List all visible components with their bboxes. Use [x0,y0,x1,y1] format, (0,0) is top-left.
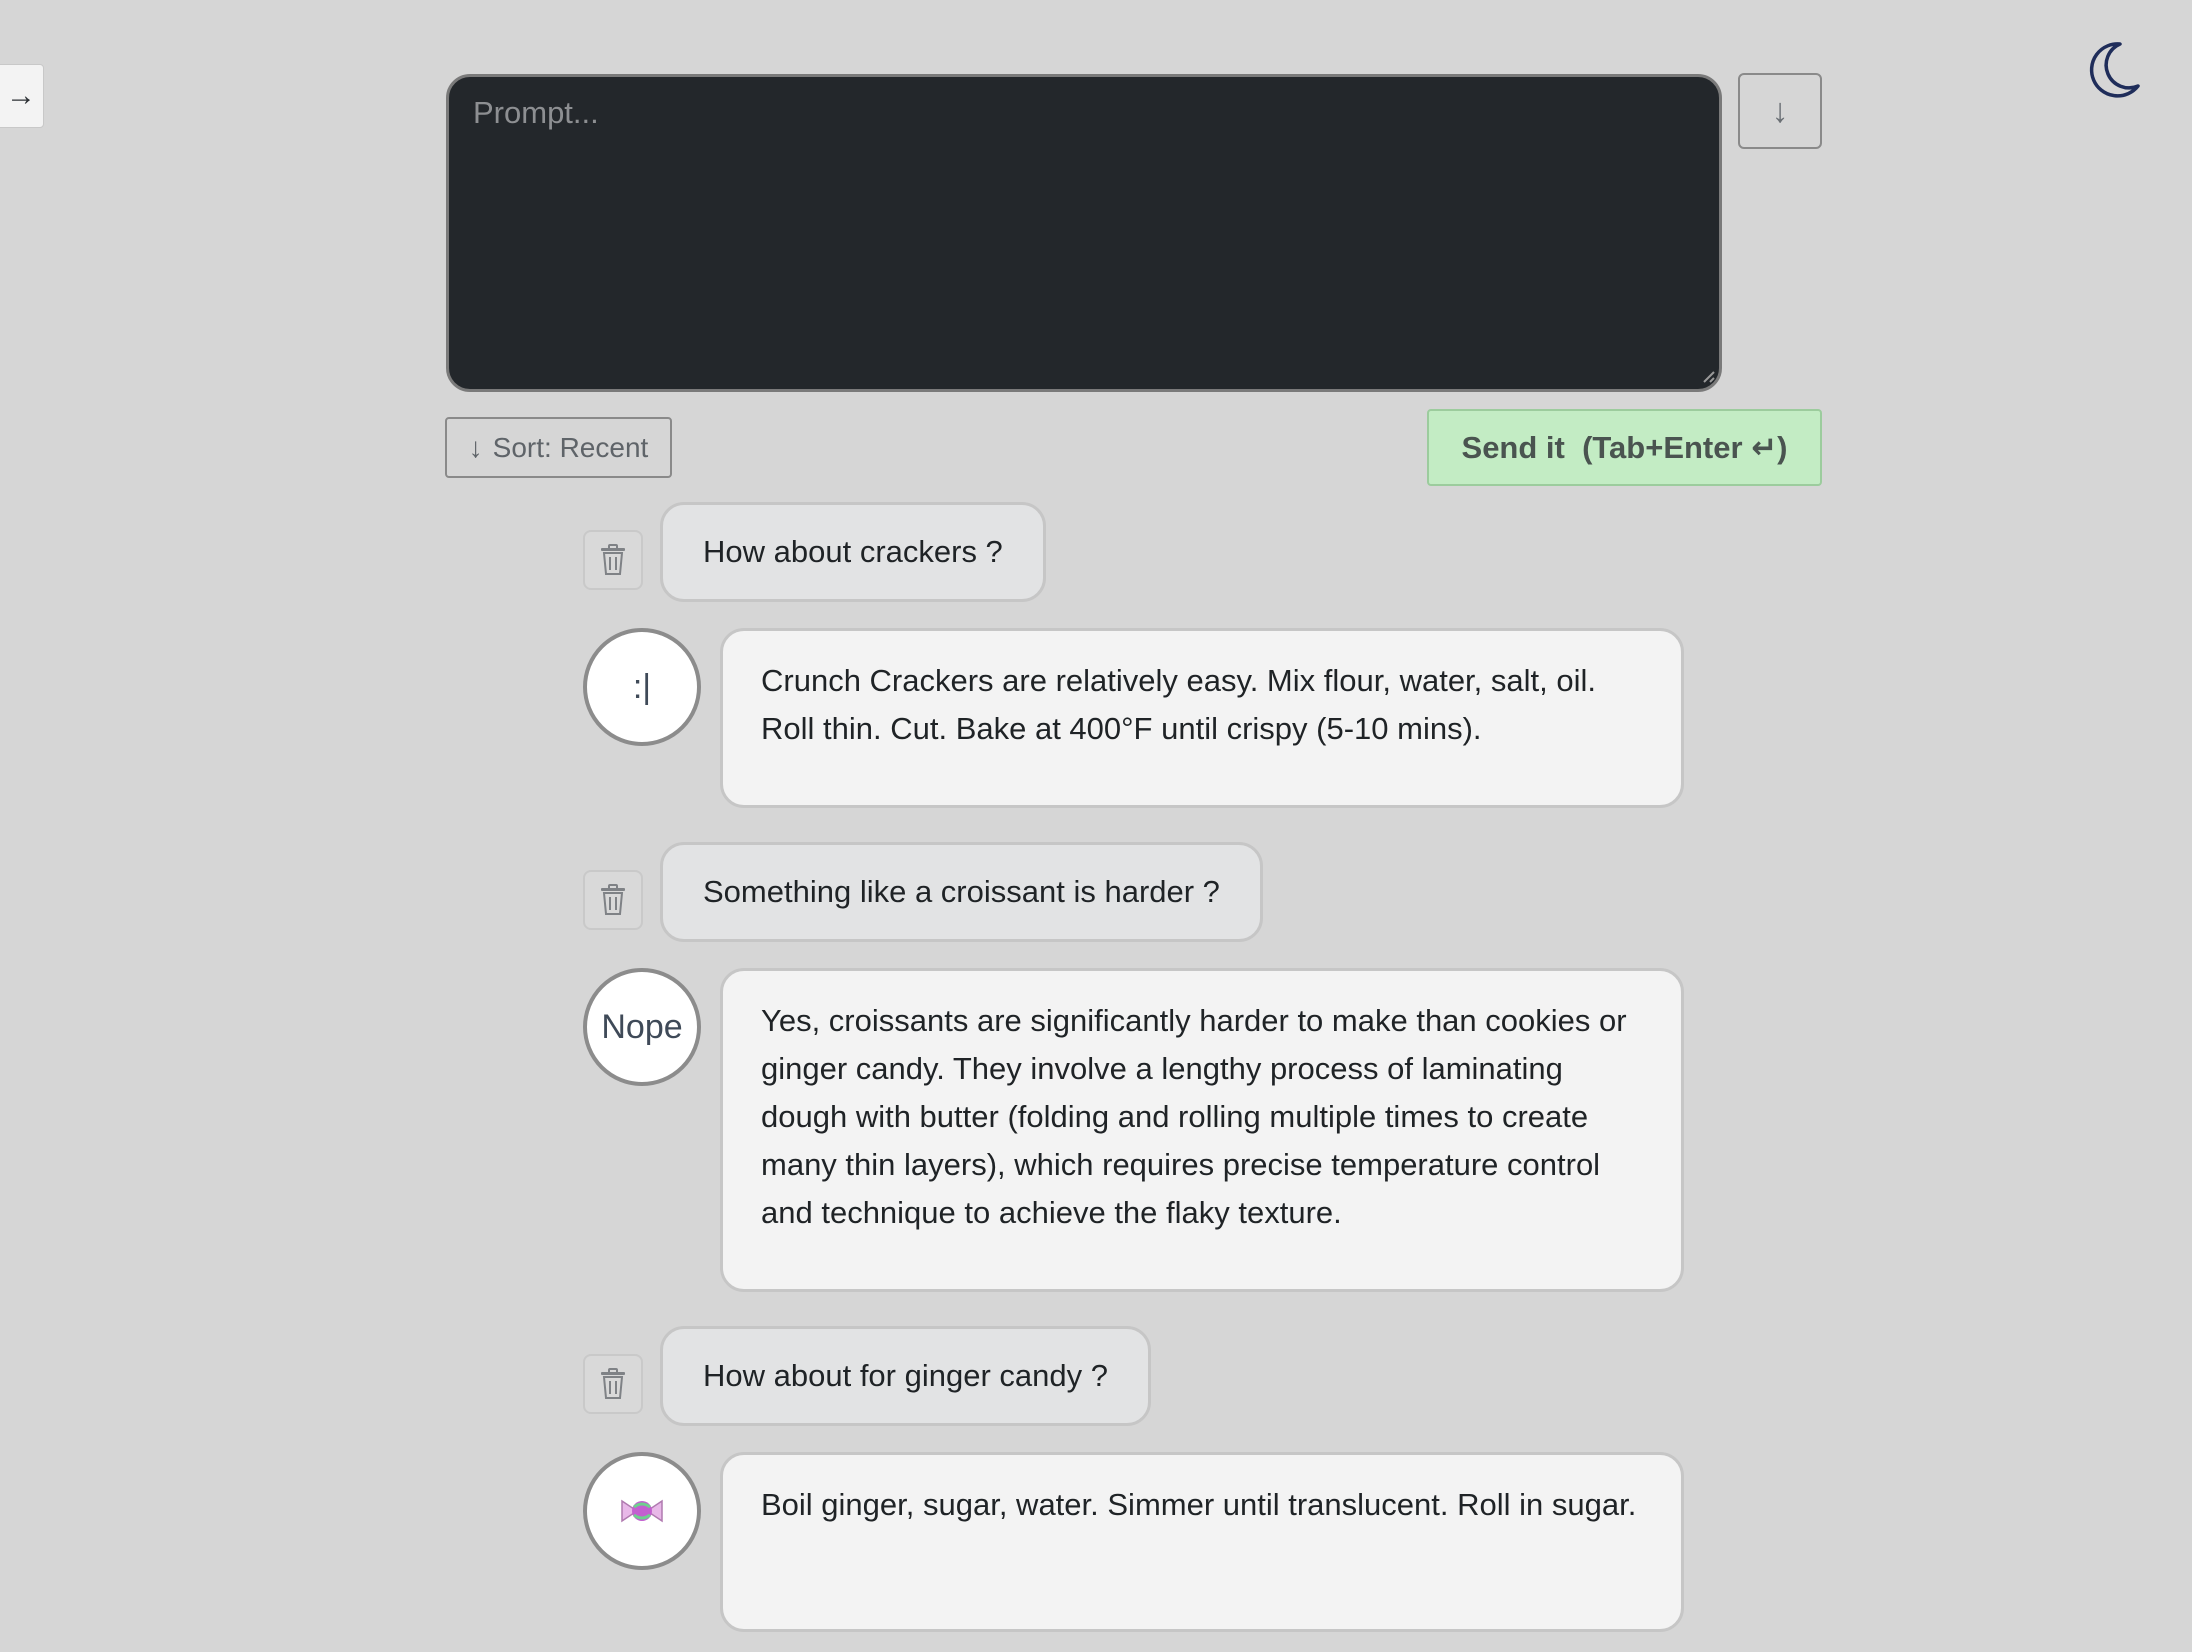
trash-icon [601,884,625,915]
assistant-message-text: Crunch Crackers are relatively easy. Mix… [761,663,1596,746]
trash-icon [601,1368,625,1399]
user-message: Something like a croissant is harder ? [660,842,1263,942]
assistant-avatar [583,1452,701,1570]
delete-message-button[interactable] [583,870,643,930]
sort-button[interactable]: ↓ Sort: Recent [445,417,672,478]
arrow-right-icon: → [6,79,36,112]
user-message-text: How about crackers ? [703,534,1003,569]
candy-icon [621,1499,663,1523]
theme-toggle-button[interactable] [2080,38,2144,102]
send-button[interactable]: Send it (Tab+Enter ↵) [1427,409,1822,486]
send-label: Send it (Tab+Enter ↵) [1461,429,1788,465]
avatar-label: Nope [601,1007,683,1046]
assistant-message-text: Yes, croissants are significantly harder… [761,1003,1627,1230]
user-message-text: How about for ginger candy ? [703,1358,1108,1393]
prompt-input[interactable] [446,74,1722,392]
sort-label: Sort: Recent [492,431,649,463]
arrow-down-icon: ↓ [1771,91,1789,130]
trash-icon [601,544,625,575]
assistant-avatar: :| [583,628,701,746]
resize-grip-icon[interactable] [1700,368,1716,384]
assistant-message: Boil ginger, sugar, water. Simmer until … [720,1452,1684,1632]
scroll-down-button[interactable]: ↓ [1738,73,1822,149]
user-message: How about for ginger candy ? [660,1326,1151,1426]
assistant-message: Crunch Crackers are relatively easy. Mix… [720,628,1684,808]
assistant-message: Yes, croissants are significantly harder… [720,968,1684,1292]
sidebar-toggle-button[interactable]: → [0,64,44,128]
delete-message-button[interactable] [583,530,643,590]
moon-icon [2089,42,2140,98]
arrow-down-icon: ↓ [468,431,483,463]
user-message-text: Something like a croissant is harder ? [703,874,1220,909]
assistant-avatar: Nope [583,968,701,1086]
user-message: How about crackers ? [660,502,1046,602]
assistant-message-text: Boil ginger, sugar, water. Simmer until … [761,1487,1637,1522]
delete-message-button[interactable] [583,1354,643,1414]
avatar-label: :| [632,667,652,706]
